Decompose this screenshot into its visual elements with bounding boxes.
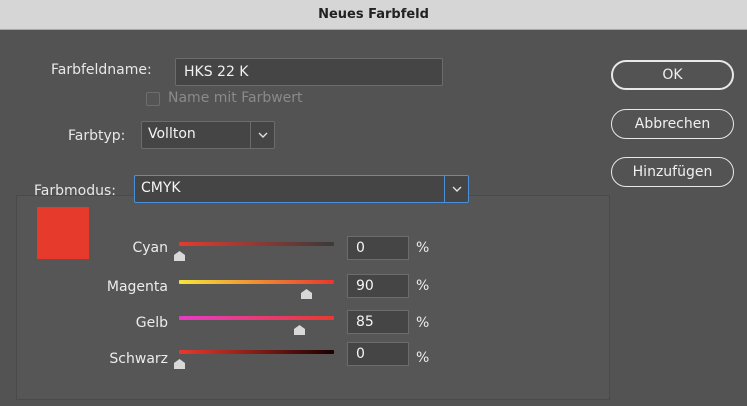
window-title: Neues Farbfeld bbox=[318, 7, 429, 22]
yellow-input[interactable]: 85 bbox=[347, 310, 409, 334]
title-bar: Neues Farbfeld bbox=[0, 0, 747, 30]
color-type-label: Farbtyp: bbox=[68, 128, 126, 144]
black-unit: % bbox=[416, 350, 430, 366]
black-slider-track[interactable] bbox=[179, 350, 334, 354]
magenta-slider-thumb[interactable] bbox=[300, 289, 312, 299]
swatch-name-input[interactable]: HKS 22 K bbox=[175, 58, 443, 86]
magenta-label: Magenta bbox=[106, 279, 168, 295]
name-with-value-label: Name mit Farbwert bbox=[168, 90, 303, 106]
yellow-unit: % bbox=[416, 315, 430, 331]
cyan-slider-track[interactable] bbox=[179, 242, 334, 246]
name-with-value-checkbox[interactable] bbox=[146, 92, 160, 106]
magenta-slider-track[interactable] bbox=[179, 280, 334, 284]
yellow-label: Gelb bbox=[135, 315, 168, 331]
cancel-button[interactable]: Abbrechen bbox=[611, 109, 734, 139]
color-mode-group bbox=[16, 195, 610, 400]
color-type-dropdown[interactable]: Vollton bbox=[141, 121, 275, 149]
chevron-down-icon bbox=[444, 176, 468, 202]
swatch-name-label: Farbfeldname: bbox=[51, 62, 152, 78]
color-type-value: Vollton bbox=[148, 126, 196, 142]
add-button[interactable]: Hinzufügen bbox=[611, 157, 734, 187]
cyan-label: Cyan bbox=[132, 240, 168, 256]
color-preview-swatch bbox=[37, 207, 89, 259]
magenta-input[interactable]: 90 bbox=[347, 274, 409, 298]
ok-button[interactable]: OK bbox=[611, 60, 734, 90]
color-mode-dropdown[interactable]: CMYK bbox=[134, 175, 469, 203]
black-slider-thumb[interactable] bbox=[174, 359, 185, 369]
black-input[interactable]: 0 bbox=[347, 342, 409, 366]
cyan-unit: % bbox=[416, 240, 430, 256]
black-label: Schwarz bbox=[109, 351, 168, 367]
yellow-slider-thumb[interactable] bbox=[293, 325, 305, 335]
cyan-input[interactable]: 0 bbox=[347, 236, 409, 260]
color-mode-label: Farbmodus: bbox=[34, 183, 116, 199]
chevron-down-icon bbox=[250, 122, 274, 148]
color-mode-value: CMYK bbox=[141, 180, 181, 196]
cyan-slider-thumb[interactable] bbox=[174, 251, 185, 261]
yellow-slider-track[interactable] bbox=[179, 316, 334, 320]
magenta-unit: % bbox=[416, 278, 430, 294]
